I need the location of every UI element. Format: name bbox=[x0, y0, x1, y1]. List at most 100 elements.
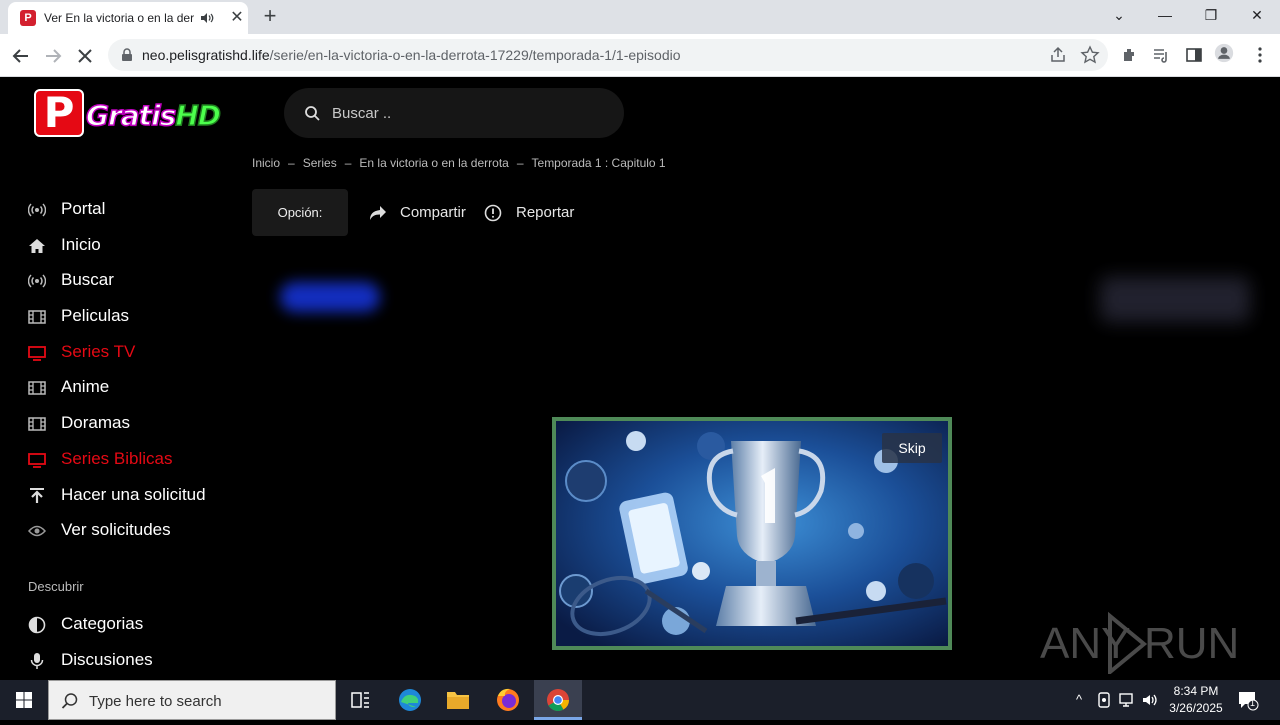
task-view-button[interactable] bbox=[336, 680, 384, 720]
system-clock[interactable]: 8:34 PM 3/26/2025 bbox=[1160, 683, 1232, 717]
close-window-button[interactable]: ✕ bbox=[1242, 3, 1272, 27]
tab-close-icon[interactable]: ✕ bbox=[228, 9, 246, 27]
taskbar-edge[interactable] bbox=[386, 680, 434, 720]
volume-icon[interactable] bbox=[1141, 691, 1159, 709]
chrome-icon bbox=[547, 689, 569, 711]
film-icon bbox=[28, 417, 46, 431]
upload-icon bbox=[30, 487, 44, 503]
option-button[interactable]: Opción: bbox=[252, 189, 348, 236]
sidebar-item-portal[interactable]: Portal bbox=[28, 195, 248, 231]
restore-button[interactable]: ❐ bbox=[1196, 3, 1226, 27]
firefox-icon bbox=[497, 688, 519, 711]
sidebar-item-peliculas[interactable]: Peliculas bbox=[28, 302, 248, 338]
task-view-icon bbox=[351, 692, 369, 708]
broadcast-icon bbox=[28, 203, 46, 217]
back-button[interactable] bbox=[8, 43, 34, 69]
site-favicon-icon: P bbox=[20, 10, 36, 26]
share-arrow-icon bbox=[370, 206, 386, 220]
taskbar-firefox[interactable] bbox=[484, 680, 532, 720]
clock-date: 3/26/2025 bbox=[1169, 701, 1223, 715]
video-ad[interactable]: Skip bbox=[552, 417, 952, 650]
tv-icon bbox=[28, 452, 46, 468]
breadcrumb-item[interactable]: En la victoria o en la derrota bbox=[359, 156, 508, 170]
share-page-icon[interactable] bbox=[1048, 45, 1068, 65]
sidebar-item-doramas[interactable]: Doramas bbox=[28, 409, 248, 445]
start-button[interactable] bbox=[0, 680, 48, 720]
sidebar-item-inicio[interactable]: Inicio bbox=[28, 231, 248, 267]
menu-kebab-icon[interactable] bbox=[1250, 45, 1270, 65]
forward-button[interactable] bbox=[40, 43, 66, 69]
logo-wordmark: GratisHD bbox=[85, 98, 222, 133]
device-icon[interactable] bbox=[1095, 691, 1113, 709]
address-bar[interactable]: neo.pelisgratishd.life/serie/en-la-victo… bbox=[108, 39, 1108, 71]
sidebar-item-series-biblicas[interactable]: Series Biblicas bbox=[28, 445, 248, 481]
breadcrumb: Inicio – Series – En la victoria o en la der… bbox=[252, 156, 666, 170]
side-panel-icon[interactable] bbox=[1184, 45, 1204, 65]
home-icon bbox=[29, 238, 45, 253]
sidebar-item-categorias[interactable]: Categorias bbox=[28, 610, 248, 646]
page-content: P GratisHD Inicio–Series–En la victoria … bbox=[0, 77, 1280, 680]
sidebar-item-anime[interactable]: Anime bbox=[28, 373, 248, 409]
film-icon bbox=[28, 310, 46, 324]
site-logo[interactable]: P GratisHD bbox=[34, 89, 222, 139]
discover-nav: Categorias Discusiones bbox=[28, 610, 248, 680]
search-input[interactable] bbox=[332, 101, 602, 125]
anyrun-watermark: ANY RUN bbox=[1040, 610, 1240, 677]
profile-avatar-icon[interactable] bbox=[1214, 43, 1234, 63]
tab-search-icon[interactable]: ⌄ bbox=[1104, 3, 1134, 27]
logo-mark: P bbox=[34, 89, 84, 137]
search-icon[interactable] bbox=[304, 105, 320, 121]
bookmark-star-icon[interactable] bbox=[1080, 45, 1100, 65]
tv-icon bbox=[28, 345, 46, 361]
browser-tab-bar: P Ver En la victoria o en la derrota ✕ +… bbox=[0, 0, 1280, 34]
blurred-ad-element[interactable] bbox=[1100, 277, 1250, 322]
breadcrumb-item[interactable]: Inicio bbox=[252, 156, 280, 170]
edge-icon bbox=[399, 689, 421, 711]
extensions-icon[interactable] bbox=[1120, 45, 1140, 65]
stop-icon bbox=[78, 49, 92, 63]
minimize-button[interactable]: — bbox=[1150, 3, 1180, 27]
blurred-ad-element[interactable] bbox=[280, 282, 380, 312]
eye-icon bbox=[28, 525, 46, 537]
anyrun-logo: ANY RUN bbox=[1040, 611, 1239, 677]
back-arrow-icon bbox=[12, 49, 28, 63]
browser-tab[interactable]: P Ver En la victoria o en la derrota ✕ bbox=[8, 2, 248, 34]
search-icon bbox=[61, 693, 78, 709]
skip-ad-button[interactable]: Skip bbox=[882, 433, 942, 463]
tab-title: Ver En la victoria o en la derrota bbox=[44, 11, 194, 25]
alert-circle-icon bbox=[484, 204, 502, 222]
new-tab-button[interactable]: + bbox=[258, 5, 282, 29]
watermark-text-run: RUN bbox=[1144, 619, 1239, 668]
windows-taskbar: Type here to search ^ 8:34 PM 3/26/2025 … bbox=[0, 680, 1280, 720]
site-search-box[interactable] bbox=[284, 88, 624, 138]
discover-section-label: Descubrir bbox=[28, 579, 84, 594]
taskbar-chrome[interactable] bbox=[534, 680, 582, 720]
half-circle-icon bbox=[28, 616, 46, 634]
sidebar-item-ver-solicitudes[interactable]: Ver solicitudes bbox=[28, 516, 248, 552]
forward-arrow-icon bbox=[46, 49, 62, 63]
sidebar-item-series-tv[interactable]: Series TV bbox=[28, 338, 248, 374]
stop-loading-button[interactable] bbox=[72, 43, 98, 69]
sidebar-item-hacer-solicitud[interactable]: Hacer una solicitud bbox=[28, 481, 248, 517]
media-control-icon[interactable] bbox=[1151, 45, 1171, 65]
folder-icon bbox=[447, 692, 469, 709]
sidebar-item-buscar[interactable]: Buscar bbox=[28, 266, 248, 302]
sidebar-nav: Portal Inicio Buscar Peliculas Series TV… bbox=[28, 195, 248, 552]
microphone-icon bbox=[30, 652, 44, 669]
tray-overflow-chevron-icon[interactable]: ^ bbox=[1070, 691, 1088, 709]
taskbar-file-explorer[interactable] bbox=[434, 680, 482, 720]
url-text: neo.pelisgratishd.life/serie/en-la-victo… bbox=[142, 47, 681, 63]
notification-center-button[interactable]: 1 bbox=[1236, 689, 1260, 711]
breadcrumb-item[interactable]: Series bbox=[303, 156, 337, 170]
audio-playing-icon[interactable] bbox=[200, 11, 214, 25]
sidebar-item-discusiones[interactable]: Discusiones bbox=[28, 646, 248, 680]
film-icon bbox=[28, 381, 46, 396]
network-icon[interactable] bbox=[1118, 691, 1136, 709]
broadcast-icon bbox=[28, 274, 46, 288]
notification-count: 1 bbox=[1250, 698, 1256, 708]
watermark-text-any: ANY bbox=[1040, 619, 1130, 668]
taskbar-search[interactable]: Type here to search bbox=[48, 680, 336, 720]
clock-time: 8:34 PM bbox=[1173, 684, 1219, 698]
browser-toolbar: neo.pelisgratishd.life/serie/en-la-victo… bbox=[0, 34, 1280, 77]
lock-icon[interactable] bbox=[120, 48, 134, 62]
